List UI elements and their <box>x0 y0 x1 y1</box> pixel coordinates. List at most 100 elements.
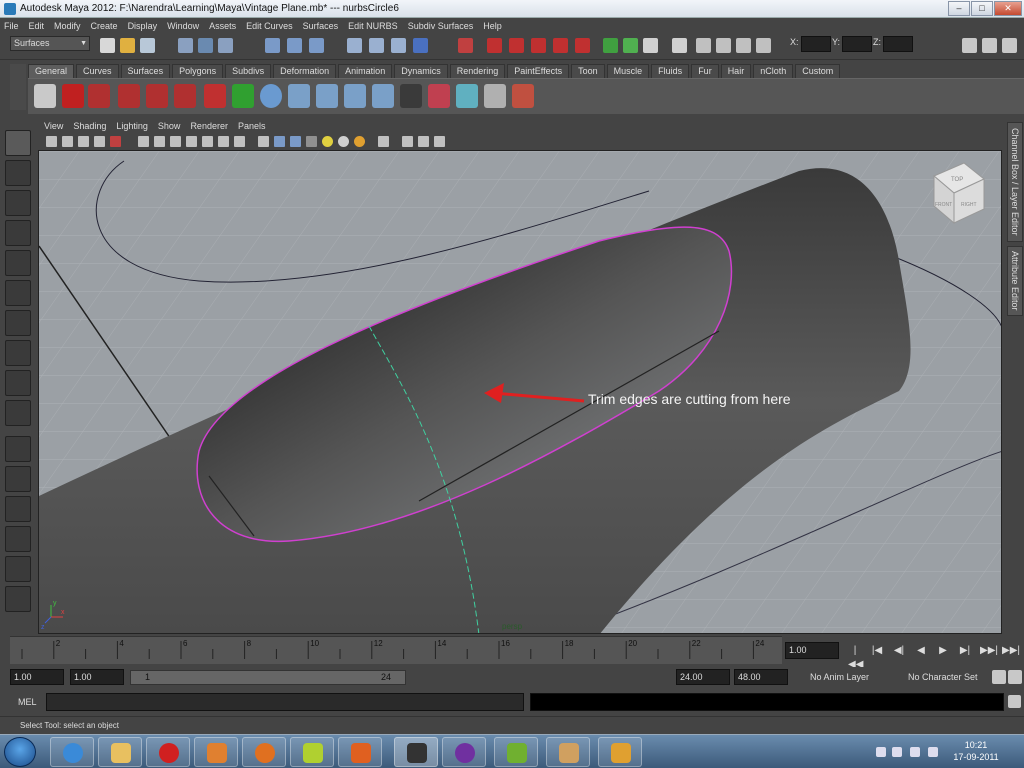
graph-editor-icon[interactable] <box>672 38 687 53</box>
transform-mode-icon[interactable] <box>756 38 771 53</box>
time-slider[interactable]: 2 4 6 8 10 12 14 16 18 20 22 24 <box>10 636 782 664</box>
hierarchy-icon[interactable] <box>288 84 310 108</box>
character-set-dropdown[interactable]: No Character Set <box>904 669 988 685</box>
hierarchy-icon[interactable] <box>344 84 366 108</box>
shelf-dock-handle[interactable] <box>10 64 26 110</box>
x-field[interactable] <box>801 36 831 52</box>
shelf-tab-ncloth[interactable]: nCloth <box>753 64 794 78</box>
panel-menu-shading[interactable]: Shading <box>73 121 106 131</box>
two-d-pan-icon[interactable] <box>110 136 121 147</box>
step-back-frame-button[interactable]: ◀| <box>892 644 906 658</box>
shelf-tool-icon[interactable] <box>484 84 506 108</box>
shelf-tab-custom[interactable]: Custom <box>795 64 841 78</box>
z-field[interactable] <box>883 36 913 52</box>
resolution-gate-icon[interactable] <box>170 136 181 147</box>
animation-preferences-icon[interactable] <box>1008 670 1022 684</box>
paint-taskbar[interactable] <box>546 737 590 767</box>
hierarchy-icon[interactable] <box>316 84 338 108</box>
select-component-icon[interactable] <box>218 38 233 53</box>
hierarchy-icon[interactable] <box>372 84 394 108</box>
shelf-tab-polygons[interactable]: Polygons <box>172 64 224 78</box>
four-pane-layout-icon[interactable] <box>5 466 31 492</box>
maximize-button[interactable]: □ <box>971 1 993 16</box>
go-to-end-button[interactable]: ▶▶| <box>1002 644 1020 658</box>
shelf-tool-icon[interactable] <box>146 84 168 108</box>
select-tool-icon[interactable] <box>5 130 31 156</box>
shelf-tab-fluids[interactable]: Fluids <box>651 64 690 78</box>
mel-label[interactable]: MEL <box>18 697 37 707</box>
menu-file[interactable]: File <box>4 21 19 31</box>
range-slider[interactable]: 1 24 <box>130 670 406 685</box>
render-icon[interactable] <box>458 38 473 53</box>
explorer-taskbar[interactable] <box>98 737 142 767</box>
last-tool-icon[interactable] <box>5 400 31 426</box>
show-manipulator-icon[interactable] <box>5 370 31 396</box>
shelf-tab-surfaces[interactable]: Surfaces <box>120 64 171 78</box>
shelf-tab-muscle[interactable]: Muscle <box>606 64 650 78</box>
xray-joints-icon[interactable] <box>418 136 429 147</box>
step-forward-key-button[interactable]: ▶▶| <box>980 644 998 658</box>
auto-key-icon[interactable] <box>992 670 1006 684</box>
close-button[interactable]: ✕ <box>994 1 1022 16</box>
sculpt-icon[interactable] <box>575 38 590 53</box>
mel-script-icon[interactable] <box>88 84 110 108</box>
hypershade-layout-icon[interactable] <box>5 586 31 612</box>
rotate-tool-icon[interactable] <box>5 250 31 276</box>
shelf-tab-deformation[interactable]: Deformation <box>273 64 337 78</box>
shelf-tab-general[interactable]: General <box>28 64 75 78</box>
smooth-shade-icon[interactable] <box>274 136 285 147</box>
flag-icon[interactable] <box>892 747 902 757</box>
shelf-tab-subdivs[interactable]: Subdivs <box>225 64 272 78</box>
menu-assets[interactable]: Assets <box>209 21 236 31</box>
minimize-button[interactable]: – <box>948 1 970 16</box>
start-time-field[interactable]: 1.00 <box>10 669 64 685</box>
sphere-icon[interactable] <box>260 84 282 108</box>
play-backwards-button[interactable]: ◀ <box>914 644 928 658</box>
system-clock[interactable]: 10:21 17-09-2011 <box>946 739 1006 763</box>
shelf-tool-icon[interactable] <box>232 84 254 108</box>
script-editor-icon[interactable] <box>1008 695 1021 708</box>
channel-box-toggle-icon[interactable] <box>1002 38 1017 53</box>
attribute-editor-tab[interactable]: Attribute Editor <box>1007 246 1023 316</box>
make-live-icon[interactable] <box>369 38 384 53</box>
layout-icon[interactable] <box>623 38 638 53</box>
xray-icon[interactable] <box>402 136 413 147</box>
app-taskbar[interactable] <box>598 737 642 767</box>
shelf-tool-icon[interactable] <box>456 84 478 108</box>
snap-curve-icon[interactable] <box>287 38 302 53</box>
hypergraph-icon[interactable] <box>716 38 731 53</box>
menu-surfaces[interactable]: Surfaces <box>303 21 339 31</box>
shelf-tab-rendering[interactable]: Rendering <box>449 64 506 78</box>
wireframe-icon[interactable] <box>258 136 269 147</box>
outliner-icon[interactable] <box>643 38 658 53</box>
render-view-icon[interactable] <box>487 38 502 53</box>
shelf-tab-dynamics[interactable]: Dynamics <box>394 64 448 78</box>
film-gate-icon[interactable] <box>154 136 165 147</box>
current-frame-field[interactable]: 1.00 <box>785 642 839 659</box>
paint-icon[interactable] <box>512 84 534 108</box>
select-object-icon[interactable] <box>198 38 213 53</box>
safe-title-icon[interactable] <box>234 136 245 147</box>
shelf-tab-painteffects[interactable]: PaintEffects <box>507 64 570 78</box>
app-taskbar[interactable] <box>290 737 334 767</box>
tool-settings-toggle-icon[interactable] <box>982 38 997 53</box>
opera-taskbar[interactable] <box>146 737 190 767</box>
attribute-editor-toggle-icon[interactable] <box>962 38 977 53</box>
single-pane-layout-icon[interactable] <box>5 436 31 462</box>
gate-mask-icon[interactable] <box>186 136 197 147</box>
soft-mod-icon[interactable] <box>5 340 31 366</box>
step-back-key-button[interactable]: |◀ <box>870 644 884 658</box>
shelf-tool-icon[interactable] <box>118 84 140 108</box>
image-plane-icon[interactable] <box>94 136 105 147</box>
isolate-select-icon[interactable] <box>378 136 389 147</box>
panel-menu-panels[interactable]: Panels <box>238 121 266 131</box>
two-pane-layout-icon[interactable] <box>5 496 31 522</box>
start-button[interactable] <box>4 737 36 767</box>
textured-icon[interactable] <box>306 136 317 147</box>
paint-select-tool-icon[interactable] <box>5 190 31 216</box>
field-chart-icon[interactable] <box>202 136 213 147</box>
internet-explorer-taskbar[interactable] <box>50 737 94 767</box>
menu-edit-nurbs[interactable]: Edit NURBS <box>348 21 398 31</box>
ipr-render-icon[interactable] <box>509 38 524 53</box>
outliner-layout-icon[interactable] <box>5 526 31 552</box>
